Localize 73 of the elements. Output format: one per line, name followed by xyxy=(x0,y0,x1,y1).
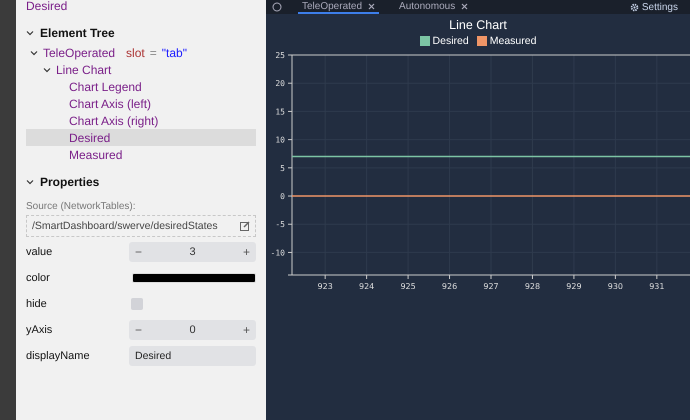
x-tick-label: 931 xyxy=(649,282,664,289)
circle-icon[interactable] xyxy=(272,2,282,12)
legend-label: Measured xyxy=(490,35,536,47)
edit-icon[interactable] xyxy=(240,221,250,231)
legend-item[interactable]: Measured xyxy=(476,35,536,47)
property-label: yAxis xyxy=(26,324,52,336)
settings-icon xyxy=(630,2,639,12)
source-path: /SmartDashboard/swerve/desiredStates xyxy=(32,220,218,232)
increment-button[interactable]: + xyxy=(236,323,256,337)
stepper-value: 3 xyxy=(189,246,196,258)
number-stepper[interactable]: − 0 + xyxy=(129,320,256,340)
tree-item[interactable]: Measured xyxy=(26,146,256,163)
legend-label: Desired xyxy=(432,35,469,47)
node-label[interactable]: Desired xyxy=(69,130,110,144)
property-label: value xyxy=(26,246,52,258)
section-header[interactable]: Element Tree xyxy=(26,26,256,40)
y-tick-label: 0 xyxy=(280,192,285,202)
source-field[interactable]: /SmartDashboard/swerve/desiredStates xyxy=(26,215,256,237)
y-tick-label: 5 xyxy=(280,164,285,173)
increment-button[interactable]: + xyxy=(236,245,256,259)
y-tick-label: 15 xyxy=(275,107,285,116)
attribute-value: "tab" xyxy=(162,46,187,60)
x-tick-label: 927 xyxy=(483,282,499,289)
node-label[interactable]: Line Chart xyxy=(56,62,112,76)
node-label[interactable]: Chart Axis (right) xyxy=(69,114,158,128)
selected-element-title: Desired xyxy=(26,0,68,12)
x-tick-label: 930 xyxy=(608,282,624,289)
x-tick-label: 929 xyxy=(566,282,582,289)
property-label: displayName xyxy=(26,350,90,362)
property-label: hide xyxy=(26,298,47,310)
caret-icon[interactable] xyxy=(26,29,34,37)
close-icon[interactable] xyxy=(368,2,376,10)
y-tick-label: -5 xyxy=(275,220,285,230)
x-tick-label: 926 xyxy=(442,282,458,289)
tree-item[interactable]: Chart Axis (right) xyxy=(26,112,256,129)
tree-item[interactable]: Chart Axis (left) xyxy=(26,95,256,112)
y-tick-label: 25 xyxy=(275,51,285,60)
caret-icon[interactable] xyxy=(26,178,34,186)
tree-item[interactable]: Line Chart xyxy=(26,61,256,78)
caret-icon[interactable] xyxy=(43,66,51,74)
node-label[interactable]: Chart Legend xyxy=(69,80,142,94)
y-tick-label: 10 xyxy=(275,136,285,145)
checkbox[interactable] xyxy=(131,298,143,310)
decrement-button[interactable]: − xyxy=(129,245,148,259)
attribute-equals: = xyxy=(150,46,157,60)
close-icon[interactable] xyxy=(461,2,468,10)
y-tick-label: -10 xyxy=(270,248,285,258)
tab[interactable]: Autonomous xyxy=(395,0,472,14)
tree-item[interactable]: TeleOperated slot = "tab" xyxy=(26,44,256,61)
x-tick-label: 925 xyxy=(400,282,416,289)
tab[interactable]: TeleOperated xyxy=(298,0,380,14)
chart-title: Line Chart xyxy=(448,18,508,32)
y-tick-label: 20 xyxy=(275,79,285,88)
decrement-button[interactable]: − xyxy=(129,323,148,337)
number-stepper[interactable]: − 3 + xyxy=(129,242,256,262)
section-header[interactable]: Properties xyxy=(26,175,256,189)
color-swatch[interactable] xyxy=(132,273,256,283)
x-tick-label: 923 xyxy=(318,282,333,289)
tree-item[interactable]: Desired xyxy=(26,129,256,146)
stepper-value: 0 xyxy=(189,324,196,336)
node-label[interactable]: TeleOperated xyxy=(43,46,116,60)
tree-item[interactable]: Chart Legend xyxy=(26,78,256,95)
attribute-name: slot xyxy=(126,46,145,60)
x-tick-label: 928 xyxy=(524,282,540,289)
legend-item[interactable]: Desired xyxy=(420,35,469,47)
settings-button[interactable]: Settings xyxy=(624,0,684,14)
node-label[interactable]: Chart Axis (left) xyxy=(69,96,152,110)
text-field[interactable]: Desired xyxy=(129,346,256,366)
x-tick-label: 924 xyxy=(358,282,374,289)
source-label: Source (NetworkTables): xyxy=(26,201,136,212)
node-label[interactable]: Measured xyxy=(69,148,122,162)
caret-icon[interactable] xyxy=(30,48,38,56)
property-label: color xyxy=(26,272,50,284)
